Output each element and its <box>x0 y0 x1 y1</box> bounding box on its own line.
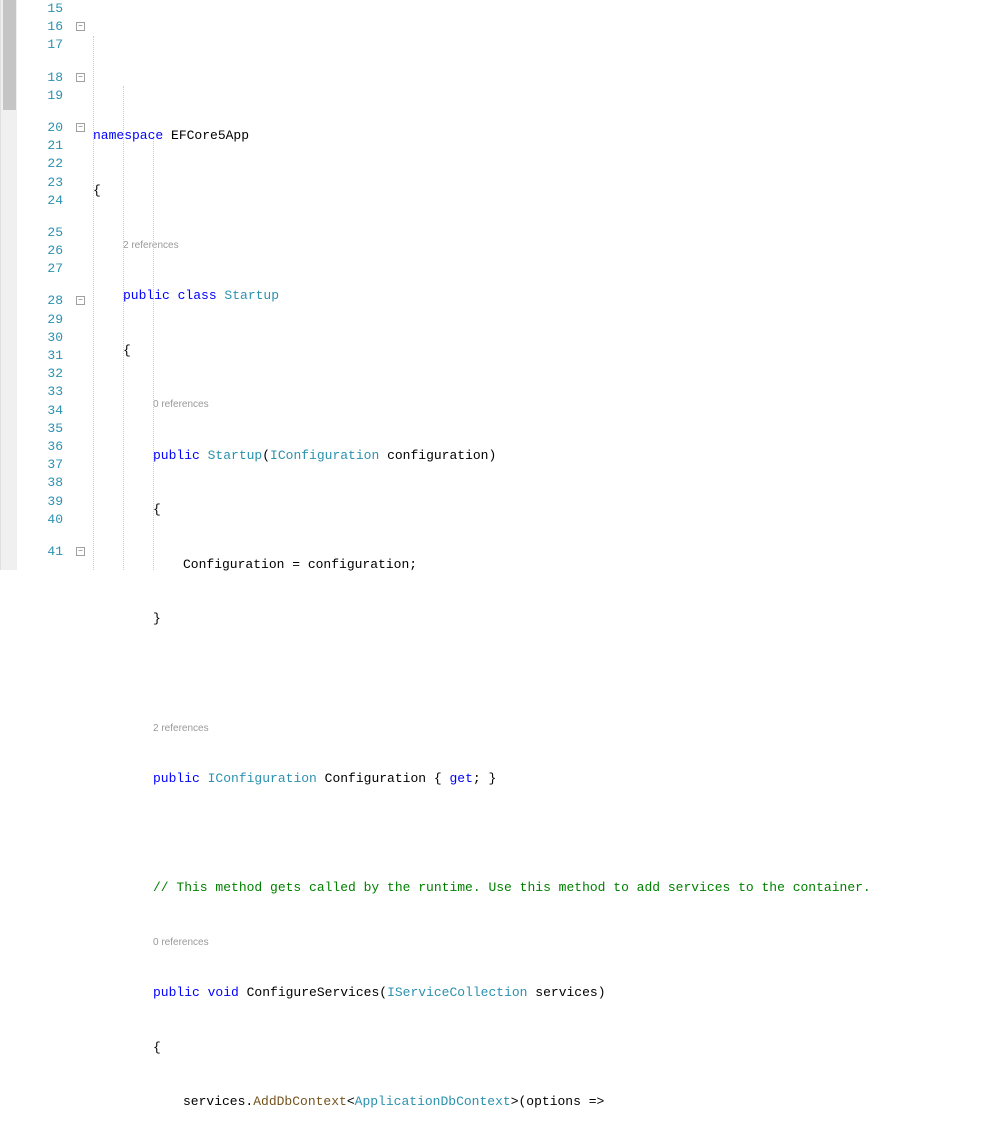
fold-toggle-icon[interactable]: − <box>76 22 85 31</box>
line-number: 41 <box>17 543 63 561</box>
code-line[interactable]: services.AddDbContext<ApplicationDbConte… <box>93 1093 1000 1111</box>
code-line[interactable] <box>93 73 1000 91</box>
code-line[interactable]: { <box>93 1039 1000 1057</box>
code-line[interactable]: public IConfiguration Configuration { ge… <box>93 770 1000 788</box>
code-area[interactable]: namespace EFCore5App { 2 references publ… <box>91 0 1000 570</box>
line-number: 21 <box>17 137 63 155</box>
line-number: 34 <box>17 402 63 420</box>
vertical-scrollbar[interactable] <box>0 0 17 570</box>
line-number: 30 <box>17 329 63 347</box>
codelens-references[interactable]: 2 references <box>93 720 1000 734</box>
code-line[interactable] <box>93 665 1000 683</box>
line-number: 17 <box>17 36 63 54</box>
line-number: 20 <box>17 119 63 137</box>
code-line[interactable]: public void ConfigureServices(IServiceCo… <box>93 984 1000 1002</box>
line-number: 16 <box>17 18 63 36</box>
scrollbar-thumb[interactable] <box>3 0 16 110</box>
line-number: 40 <box>17 511 63 529</box>
line-number: 38 <box>17 474 63 492</box>
line-number: 26 <box>17 242 63 260</box>
line-number: 22 <box>17 155 63 173</box>
codelens-references[interactable]: 0 references <box>93 396 1000 410</box>
code-line[interactable]: public class Startup <box>93 287 1000 305</box>
line-number: 36 <box>17 438 63 456</box>
line-number: 39 <box>17 493 63 511</box>
code-line[interactable]: public Startup(IConfiguration configurat… <box>93 447 1000 465</box>
code-line[interactable]: } <box>93 610 1000 628</box>
line-number: 33 <box>17 383 63 401</box>
code-line[interactable]: Configuration = configuration; <box>93 556 1000 574</box>
line-number: 27 <box>17 260 63 278</box>
code-line[interactable]: { <box>93 501 1000 519</box>
fold-column: − − − − − <box>75 0 91 570</box>
line-number: 28 <box>17 292 63 310</box>
line-number: 31 <box>17 347 63 365</box>
codelens-references[interactable]: 2 references <box>93 237 1000 251</box>
fold-toggle-icon[interactable]: − <box>76 296 85 305</box>
code-editor[interactable]: 15 16 17 18 19 20 21 22 23 24 25 26 27 2… <box>0 0 1000 570</box>
line-number-gutter: 15 16 17 18 19 20 21 22 23 24 25 26 27 2… <box>17 0 75 570</box>
line-number: 24 <box>17 192 63 210</box>
fold-toggle-icon[interactable]: − <box>76 123 85 132</box>
line-number: 32 <box>17 365 63 383</box>
line-number: 15 <box>17 0 63 18</box>
line-number: 25 <box>17 224 63 242</box>
line-number: 29 <box>17 311 63 329</box>
codelens-references[interactable]: 0 references <box>93 934 1000 948</box>
line-number: 37 <box>17 456 63 474</box>
code-line[interactable]: { <box>93 182 1000 200</box>
fold-toggle-icon[interactable]: − <box>76 73 85 82</box>
code-line[interactable]: namespace EFCore5App <box>93 127 1000 145</box>
fold-toggle-icon[interactable]: − <box>76 547 85 556</box>
code-line[interactable]: // This method gets called by the runtim… <box>93 879 1000 897</box>
line-number: 19 <box>17 87 63 105</box>
line-number: 23 <box>17 174 63 192</box>
code-line[interactable]: { <box>93 342 1000 360</box>
code-line[interactable] <box>93 825 1000 843</box>
line-number: 35 <box>17 420 63 438</box>
line-number: 18 <box>17 69 63 87</box>
